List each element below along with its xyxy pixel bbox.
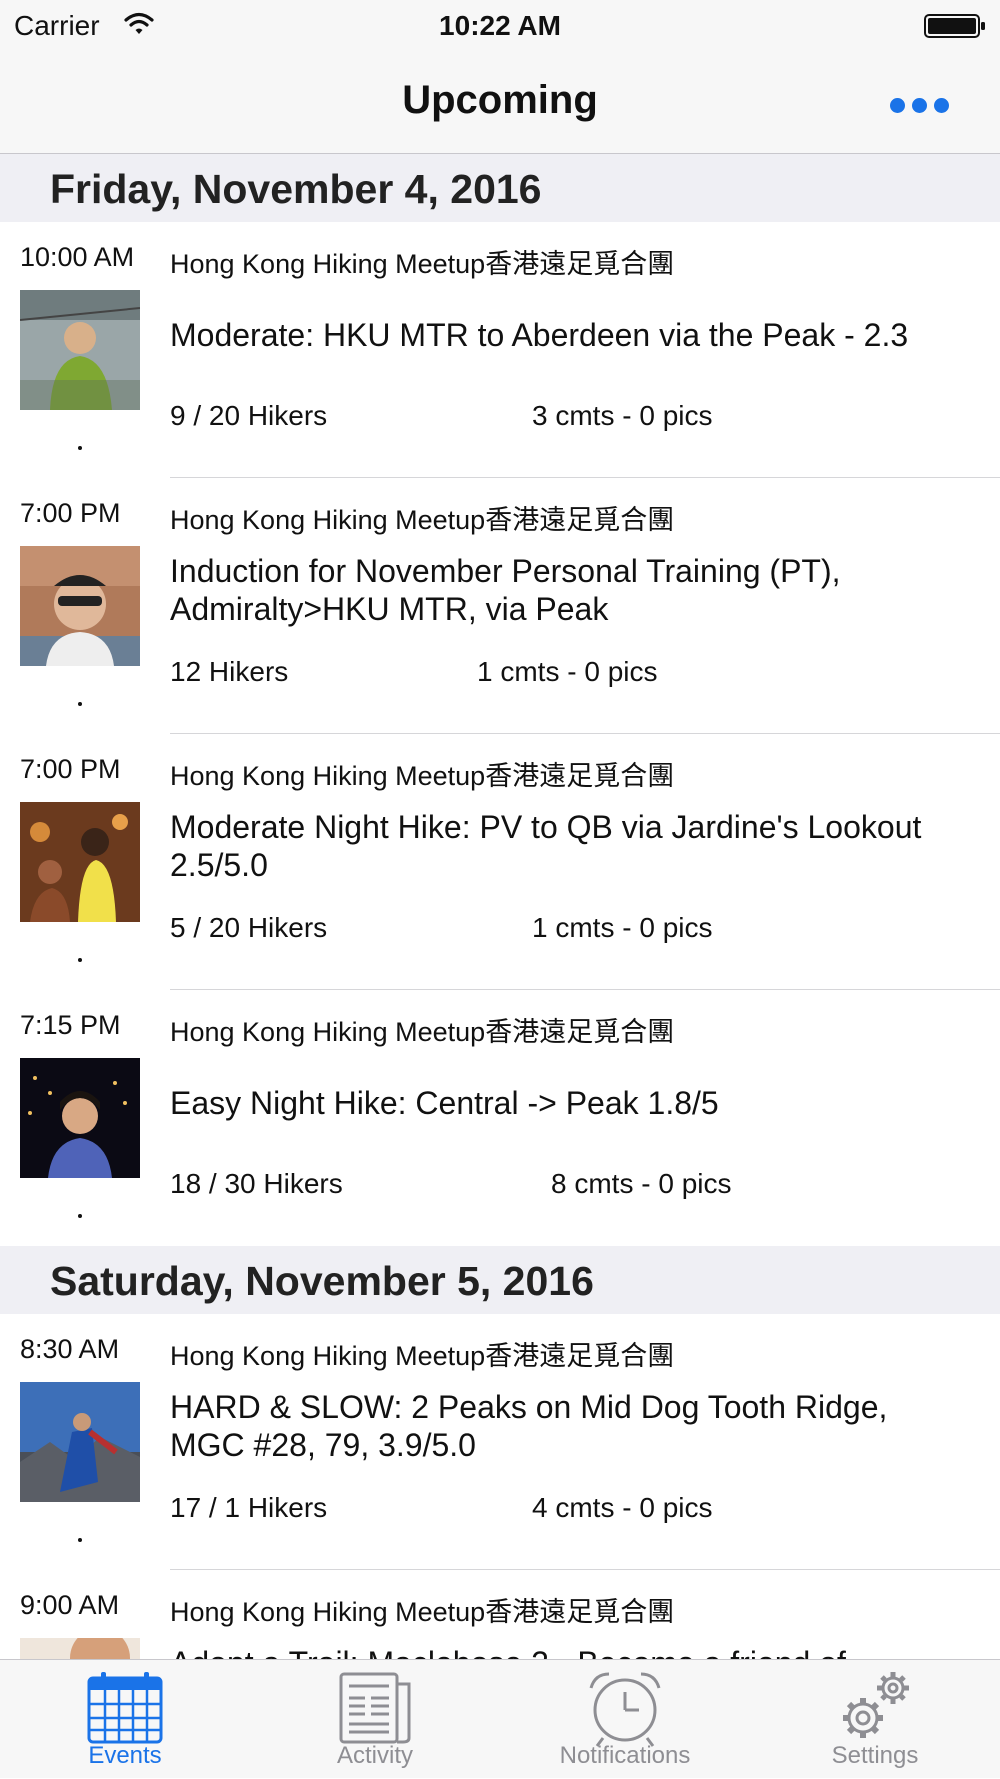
tab-activity[interactable]: Activity <box>250 1660 500 1779</box>
event-row[interactable]: 7:15 PM Hong Kong Hiking Meetup香港遠足覓合團 E… <box>0 990 1000 1246</box>
event-title: Moderate Night Hike: PV to QB via Jardin… <box>170 809 922 883</box>
event-time: 7:00 PM <box>20 498 121 528</box>
gear-icon <box>843 1672 909 1738</box>
newspaper-icon <box>339 1672 411 1744</box>
tab-label: Settings <box>831 1742 919 1769</box>
section-header: Saturday, November 5, 2016 <box>0 1246 1000 1314</box>
page-title: Upcoming <box>402 78 598 122</box>
event-time: 7:15 PM <box>20 1010 121 1040</box>
event-title: HARD & SLOW: 2 Peaks on Mid Dog Tooth Ri… <box>170 1389 888 1463</box>
event-hikers-count: 5 / 20 Hikers <box>170 912 328 943</box>
calendar-icon <box>87 1672 163 1744</box>
event-host-photo <box>20 546 140 666</box>
tab-label: Notifications <box>559 1742 691 1769</box>
status-time: 10:22 AM <box>439 10 561 41</box>
event-hikers-count: 12 Hikers <box>170 656 289 687</box>
event-group-name: Hong Kong Hiking Meetup香港遠足覓合團 <box>170 505 675 535</box>
event-comments-count: 3 cmts - 0 pics <box>532 400 713 431</box>
event-time: 10:00 AM <box>20 242 135 272</box>
event-title: Easy Night Hike: Central -> Peak 1.8/5 <box>170 1085 719 1121</box>
event-host-photo <box>20 1058 140 1178</box>
event-comments-count: 8 cmts - 0 pics <box>551 1168 732 1199</box>
event-title: Moderate: HKU MTR to Aberdeen via the Pe… <box>170 317 909 353</box>
event-comments-count: 4 cmts - 0 pics <box>532 1492 713 1523</box>
event-time: 8:30 AM <box>20 1334 120 1364</box>
event-hikers-count: 9 / 20 Hikers <box>170 400 328 431</box>
event-hikers-count: 18 / 30 Hikers <box>170 1168 343 1199</box>
more-options-button[interactable] <box>890 90 950 120</box>
event-host-photo <box>20 1382 140 1502</box>
event-host-photo <box>20 802 140 922</box>
tab-bar: Events Activity Notifications Settings <box>0 1659 1000 1778</box>
event-dot <box>78 958 82 962</box>
battery-icon <box>924 12 986 45</box>
event-list[interactable]: Friday, November 4, 2016 10:00 AM Hong K… <box>0 154 1000 1659</box>
event-title: Adopt a Trail: Maclehose 2 - Become a fr… <box>170 1644 970 1659</box>
event-group-name: Hong Kong Hiking Meetup香港遠足覓合團 <box>170 249 675 279</box>
event-row[interactable]: 7:00 PM Hong Kong Hiking Meetup香港遠足覓合團 M… <box>0 734 1000 990</box>
alarm-clock-icon <box>589 1672 661 1747</box>
event-dot <box>78 446 82 450</box>
event-dot <box>78 1214 82 1218</box>
event-group-name: Hong Kong Hiking Meetup香港遠足覓合團 <box>170 1597 675 1627</box>
tab-label: Events <box>88 1742 162 1769</box>
tab-events[interactable]: Events <box>0 1660 250 1779</box>
event-host-photo <box>20 1638 140 1659</box>
section-header: Friday, November 4, 2016 <box>0 154 1000 222</box>
navigation-bar: Upcoming <box>0 50 1000 154</box>
event-comments-count: 1 cmts - 0 pics <box>532 912 713 943</box>
event-title: Induction for November Personal Training… <box>170 553 841 627</box>
event-group-name: Hong Kong Hiking Meetup香港遠足覓合團 <box>170 1341 675 1371</box>
event-dot <box>78 1538 82 1542</box>
event-hikers-count: 17 / 1 Hikers <box>170 1492 328 1523</box>
status-bar: Carrier 10:22 AM <box>0 0 1000 50</box>
section-date: Saturday, November 5, 2016 <box>50 1258 594 1304</box>
tab-notifications[interactable]: Notifications <box>500 1660 750 1779</box>
event-row[interactable]: 9:00 AM Hong Kong Hiking Meetup香港遠足覓合團 A… <box>0 1570 1000 1659</box>
tab-label: Activity <box>336 1742 413 1769</box>
event-host-photo <box>20 290 140 410</box>
event-group-name: Hong Kong Hiking Meetup香港遠足覓合團 <box>170 761 675 791</box>
event-time: 9:00 AM <box>20 1590 120 1620</box>
tab-settings[interactable]: Settings <box>750 1660 1000 1779</box>
event-comments-count: 1 cmts - 0 pics <box>477 656 658 687</box>
event-group-name: Hong Kong Hiking Meetup香港遠足覓合團 <box>170 1017 675 1047</box>
event-time: 7:00 PM <box>20 754 121 784</box>
event-row[interactable]: 10:00 AM Hong Kong Hiking Meetup香港遠足覓合團 … <box>0 222 1000 478</box>
section-date: Friday, November 4, 2016 <box>50 166 542 212</box>
event-row[interactable]: 7:00 PM Hong Kong Hiking Meetup香港遠足覓合團 I… <box>0 478 1000 734</box>
event-row[interactable]: 8:30 AM Hong Kong Hiking Meetup香港遠足覓合團 H… <box>0 1314 1000 1570</box>
event-dot <box>78 702 82 706</box>
